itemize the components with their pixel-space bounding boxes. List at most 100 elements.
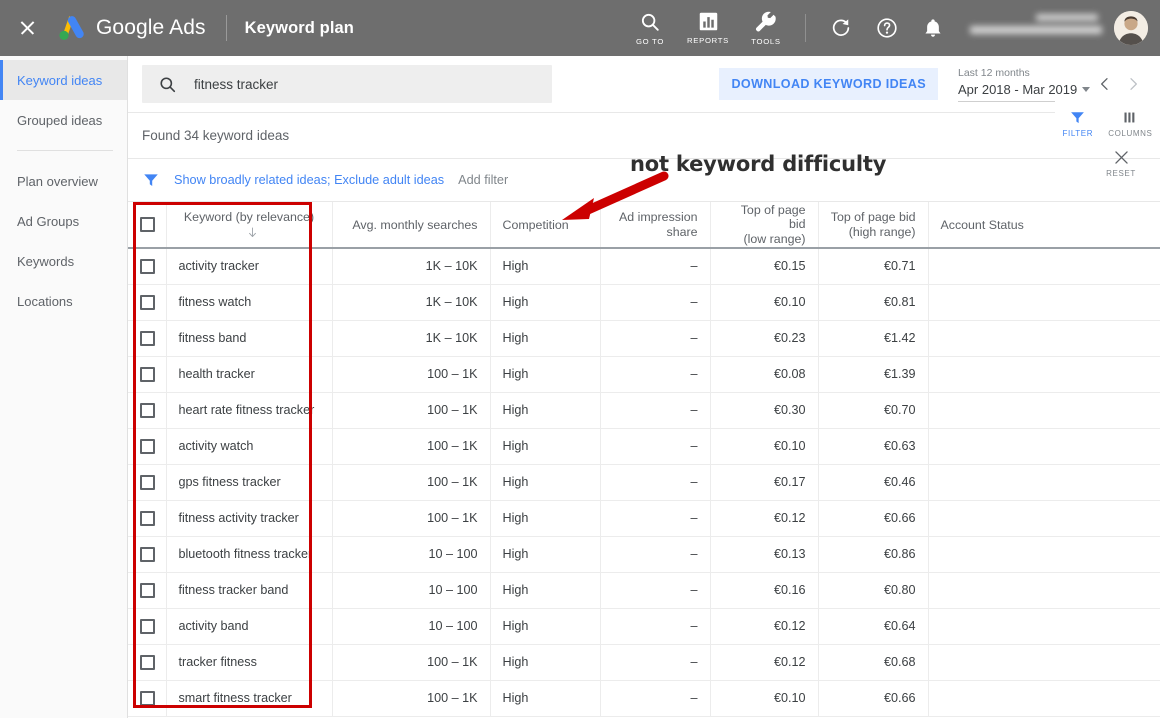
table-row[interactable]: smart fitness tracker 100 – 1K High – €0.10 €… bbox=[128, 680, 1160, 717]
sidebar-item-plan-overview[interactable]: Plan overview bbox=[0, 161, 127, 201]
row-checkbox[interactable] bbox=[140, 438, 155, 454]
select-all-checkbox[interactable] bbox=[140, 217, 155, 232]
sidebar-item-grouped-ideas[interactable]: Grouped ideas bbox=[0, 100, 127, 140]
table-row[interactable]: health tracker 100 – 1K High – €0.08 €1.39 bbox=[128, 356, 1160, 393]
row-checkbox[interactable] bbox=[140, 474, 155, 490]
cell-competition: High bbox=[490, 356, 601, 393]
close-icon[interactable] bbox=[10, 11, 44, 45]
reset-button[interactable]: RESET bbox=[1096, 148, 1146, 178]
row-select-cell bbox=[128, 284, 167, 321]
cell-competition: High bbox=[490, 536, 601, 573]
column-header-keyword[interactable]: Keyword (by relevance) bbox=[166, 202, 333, 249]
row-checkbox[interactable] bbox=[140, 690, 155, 706]
tools-button[interactable]: TOOLS bbox=[740, 3, 792, 53]
cell-avg-monthly-searches: 100 – 1K bbox=[332, 428, 491, 465]
sidebar-item-keywords[interactable]: Keywords bbox=[0, 241, 127, 281]
cell-bid-low: €0.17 bbox=[710, 464, 819, 501]
table-row[interactable]: activity tracker 1K – 10K High – €0.15 €0.71 bbox=[128, 248, 1160, 285]
column-header-account-status[interactable]: Account Status bbox=[928, 202, 1160, 249]
add-filter-button[interactable]: Add filter bbox=[458, 173, 508, 187]
column-header-ad-impression-share[interactable]: Ad impression share bbox=[600, 202, 711, 249]
column-header-bid-high[interactable]: Top of page bid (high range) bbox=[818, 202, 929, 249]
filter-button-label: FILTER bbox=[1062, 128, 1094, 138]
sidebar-item-locations[interactable]: Locations bbox=[0, 281, 127, 321]
row-select-cell bbox=[128, 392, 167, 429]
cell-ad-impression-share: – bbox=[600, 248, 711, 285]
table-row[interactable]: fitness watch 1K – 10K High – €0.10 €0.81 bbox=[128, 284, 1160, 321]
search-input[interactable]: fitness tracker bbox=[142, 65, 552, 103]
table-row[interactable]: tracker fitness 100 – 1K High – €0.12 €0.68 bbox=[128, 644, 1160, 681]
cell-avg-monthly-searches: 10 – 100 bbox=[332, 572, 491, 609]
toolbar-divider bbox=[805, 14, 806, 42]
row-checkbox[interactable] bbox=[140, 582, 155, 598]
filter-funnel-icon[interactable] bbox=[142, 171, 160, 189]
cell-keyword: activity tracker bbox=[166, 248, 333, 285]
notifications-button[interactable] bbox=[913, 8, 953, 48]
date-next-button[interactable] bbox=[1120, 71, 1146, 97]
cell-ad-impression-share: – bbox=[600, 572, 711, 609]
row-checkbox[interactable] bbox=[140, 618, 155, 634]
row-checkbox[interactable] bbox=[140, 510, 155, 526]
cell-ad-impression-share: – bbox=[600, 464, 711, 501]
chevron-down-icon bbox=[1082, 86, 1090, 92]
go-to-button[interactable]: GO TO bbox=[624, 3, 676, 53]
avatar[interactable] bbox=[1114, 11, 1148, 45]
row-checkbox[interactable] bbox=[140, 258, 155, 274]
column-header-bid-low[interactable]: Top of page bid (low range) bbox=[710, 202, 819, 249]
cell-account-status bbox=[928, 428, 1160, 465]
sidebar-item-ad-groups[interactable]: Ad Groups bbox=[0, 201, 127, 241]
row-checkbox[interactable] bbox=[140, 546, 155, 562]
tools-label: TOOLS bbox=[751, 36, 781, 46]
cell-competition: High bbox=[490, 680, 601, 717]
cell-account-status bbox=[928, 680, 1160, 717]
cell-bid-low: €0.13 bbox=[710, 536, 819, 573]
columns-button[interactable]: COLUMNS bbox=[1108, 109, 1152, 138]
table-row[interactable]: fitness activity tracker 100 – 1K High – €0.… bbox=[128, 500, 1160, 537]
active-filters-link[interactable]: Show broadly related ideas; Exclude adul… bbox=[174, 173, 444, 187]
download-keyword-ideas-button[interactable]: DOWNLOAD KEYWORD IDEAS bbox=[719, 68, 938, 100]
cell-bid-low: €0.15 bbox=[710, 248, 819, 285]
column-header-avg-monthly-searches[interactable]: Avg. monthly searches bbox=[332, 202, 491, 249]
row-checkbox[interactable] bbox=[140, 294, 155, 310]
table-row[interactable]: activity band 10 – 100 High – €0.12 €0.64 bbox=[128, 608, 1160, 645]
search-icon bbox=[641, 13, 659, 31]
cell-ad-impression-share: – bbox=[600, 644, 711, 681]
filter-button[interactable]: FILTER bbox=[1063, 109, 1094, 138]
table-header-row: Keyword (by relevance) Avg. monthly sear… bbox=[128, 202, 1160, 249]
table-row[interactable]: activity watch 100 – 1K High – €0.10 €0.63 bbox=[128, 428, 1160, 465]
sidebar: Keyword ideas Grouped ideas Plan overvie… bbox=[0, 56, 128, 718]
cell-bid-high: €0.63 bbox=[818, 428, 929, 465]
table-row[interactable]: bluetooth fitness tracker 10 – 100 High – €0… bbox=[128, 536, 1160, 573]
table-row[interactable]: fitness band 1K – 10K High – €0.23 €1.42 bbox=[128, 320, 1160, 357]
cell-competition: High bbox=[490, 608, 601, 645]
row-checkbox[interactable] bbox=[140, 402, 155, 418]
date-range-value-row[interactable]: Apr 2018 - Mar 2019 bbox=[958, 80, 1090, 102]
search-icon bbox=[160, 76, 176, 92]
google-ads-logo-icon bbox=[59, 16, 84, 40]
table-row[interactable]: gps fitness tracker 100 – 1K High – €0.17 €0.… bbox=[128, 464, 1160, 501]
cell-keyword: gps fitness tracker bbox=[166, 464, 333, 501]
date-prev-button[interactable] bbox=[1092, 71, 1118, 97]
row-checkbox[interactable] bbox=[140, 366, 155, 382]
help-button[interactable] bbox=[867, 8, 907, 48]
sidebar-item-keyword-ideas[interactable]: Keyword ideas bbox=[0, 60, 127, 100]
column-header-competition[interactable]: Competition bbox=[490, 202, 601, 249]
table-row[interactable]: fitness tracker band 10 – 100 High – €0.16 €0… bbox=[128, 572, 1160, 609]
cell-keyword: bluetooth fitness tracker bbox=[166, 536, 333, 573]
row-checkbox[interactable] bbox=[140, 654, 155, 670]
cell-avg-monthly-searches: 100 – 1K bbox=[332, 644, 491, 681]
table-header: Keyword (by relevance) Avg. monthly sear… bbox=[128, 202, 1160, 249]
notifications-bell-icon bbox=[925, 19, 941, 37]
row-select-cell bbox=[128, 572, 167, 609]
results-count-label: Found 34 keyword ideas bbox=[142, 128, 290, 143]
cell-bid-high: €0.81 bbox=[818, 284, 929, 321]
row-checkbox[interactable] bbox=[140, 330, 155, 346]
close-icon bbox=[1114, 151, 1128, 164]
table-row[interactable]: heart rate fitness tracker 100 – 1K High – €… bbox=[128, 392, 1160, 429]
cell-keyword: fitness watch bbox=[166, 284, 333, 321]
date-range-picker[interactable]: Last 12 months Apr 2018 - Mar 2019 bbox=[958, 67, 1090, 102]
refresh-button[interactable] bbox=[821, 8, 861, 48]
page-title: Keyword plan bbox=[244, 18, 354, 37]
sidebar-item-label: Keywords bbox=[17, 253, 75, 269]
reports-button[interactable]: REPORTS bbox=[682, 3, 734, 53]
